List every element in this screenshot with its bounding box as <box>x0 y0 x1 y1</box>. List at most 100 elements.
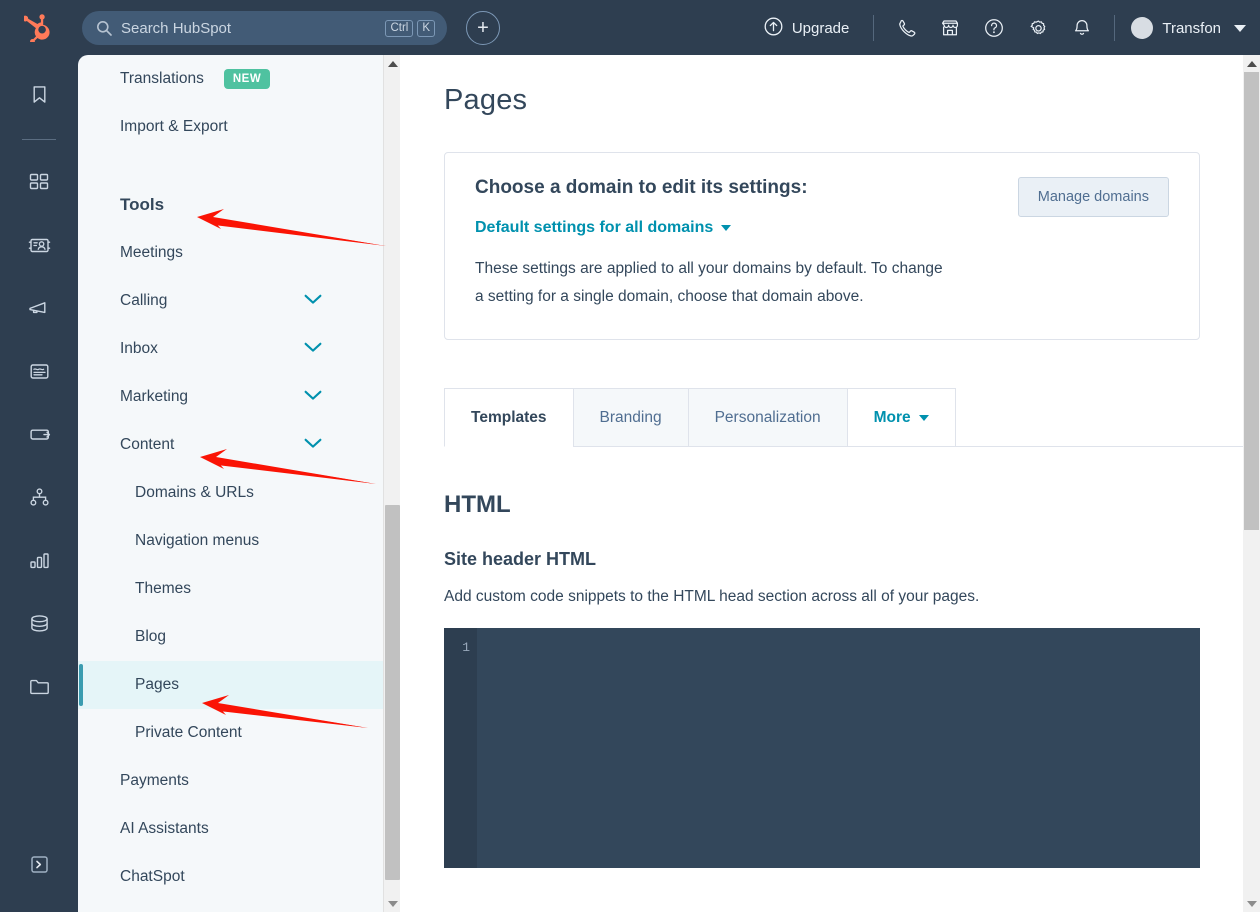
settings-menu-item-pages[interactable]: Pages <box>78 661 400 709</box>
settings-tabs: Templates Branding Personalization More <box>444 388 1243 447</box>
settings-menu-item-label: Content <box>120 436 175 453</box>
settings-menu-item-label: Import & Export <box>120 118 228 135</box>
settings-menu-item-label: Payments <box>120 772 189 789</box>
menu-spacer <box>78 151 400 181</box>
top-bar-right-group: Upgrade Transfon <box>750 0 1246 56</box>
avatar <box>1131 17 1154 39</box>
scroll-down-arrow[interactable] <box>384 895 400 912</box>
site-header-html-subheading: Site header HTML <box>444 549 597 569</box>
marketplace-icon[interactable] <box>928 0 972 56</box>
scroll-down-arrow[interactable] <box>1243 895 1260 912</box>
domain-select-value: Default settings for all domains <box>475 219 714 236</box>
settings-menu-item-label: Calling <box>120 292 168 309</box>
tab-personalization[interactable]: Personalization <box>687 388 847 447</box>
tab-more[interactable]: More <box>846 388 956 447</box>
settings-menu-item-label: AI Assistants <box>120 820 209 837</box>
settings-menu-item-private-content[interactable]: Private Content <box>78 709 400 757</box>
upgrade-button[interactable]: Upgrade <box>750 17 864 40</box>
settings-menu-item-label: ChatSpot <box>120 868 185 885</box>
settings-menu-item-label: Themes <box>135 580 191 597</box>
settings-menu-item-chatspot[interactable]: ChatSpot <box>78 853 400 901</box>
editor-gutter: 1 <box>444 628 477 868</box>
chevron-down-icon[interactable] <box>304 340 322 358</box>
create-new-button[interactable]: + <box>466 11 500 45</box>
gear-icon[interactable] <box>1016 0 1060 56</box>
scroll-up-arrow[interactable] <box>384 55 400 72</box>
settings-menu-item-label: Domains & URLs <box>135 484 254 501</box>
divider <box>873 15 875 41</box>
automation-icon[interactable] <box>19 477 59 517</box>
settings-menu-item-inbox[interactable]: Inbox <box>78 325 400 373</box>
kbd-k: K <box>417 19 435 37</box>
divider <box>1114 15 1116 41</box>
settings-menu-item-label: Navigation menus <box>135 532 260 549</box>
bookmark-icon[interactable] <box>19 74 59 114</box>
content-icon[interactable] <box>19 351 59 391</box>
settings-menu-item-calling[interactable]: Calling <box>78 277 400 325</box>
settings-menu-item-navigation-menus[interactable]: Navigation menus <box>78 517 400 565</box>
account-menu[interactable]: Transfon <box>1125 17 1246 39</box>
page-title: Pages <box>444 84 528 116</box>
tab-label: More <box>873 408 911 426</box>
tab-templates[interactable]: Templates <box>444 388 573 447</box>
hubspot-sprocket-logo[interactable] <box>20 14 54 42</box>
settings-menu-item-ai-assistants[interactable]: AI Assistants <box>78 805 400 853</box>
new-badge: NEW <box>223 69 271 89</box>
active-indicator-bar <box>79 664 83 706</box>
settings-menu-heading-tools: Tools <box>120 195 165 214</box>
bell-icon[interactable] <box>1060 0 1104 56</box>
chevron-down-icon[interactable] <box>304 292 322 310</box>
page-scrollbar[interactable] <box>1243 55 1260 912</box>
commerce-wallet-icon[interactable] <box>19 414 59 454</box>
site-header-html-description: Add custom code snippets to the HTML hea… <box>444 588 980 605</box>
global-search-box[interactable]: Search HubSpot Ctrl K <box>82 11 447 45</box>
reporting-bar-icon[interactable] <box>19 540 59 580</box>
settings-menu-item-meetings[interactable]: Meetings <box>78 229 400 277</box>
settings-menu-item-label: Meetings <box>120 244 183 261</box>
dashboard-grid-icon[interactable] <box>19 162 59 202</box>
top-navigation-bar: Search HubSpot Ctrl K + Upgrade Transfon <box>0 0 1260 56</box>
manage-domains-button[interactable]: Manage domains <box>1017 177 1169 217</box>
site-header-html-code-editor[interactable]: 1 <box>444 628 1200 868</box>
account-name: Transfon <box>1162 19 1221 37</box>
marketing-megaphone-icon[interactable] <box>19 288 59 328</box>
html-section-heading: HTML <box>444 491 511 518</box>
settings-menu-item-themes[interactable]: Themes <box>78 565 400 613</box>
settings-menu-item-label: Translations <box>120 70 204 87</box>
scrollbar-thumb[interactable] <box>385 505 400 880</box>
scrollbar-thumb[interactable] <box>1244 72 1259 530</box>
primary-icon-rail <box>0 56 78 912</box>
hubspot-settings-screen: Search HubSpot Ctrl K + Upgrade Transfon… <box>0 0 1260 912</box>
settings-menu-item-label: Marketing <box>120 388 189 405</box>
settings-menu-item-translations[interactable]: Translations NEW <box>78 55 400 103</box>
chevron-down-icon[interactable] <box>304 388 322 406</box>
chevron-down-icon[interactable] <box>304 436 322 454</box>
settings-menu-item-label: Inbox <box>120 340 158 357</box>
triangle-down-icon <box>1246 900 1257 907</box>
help-icon[interactable] <box>972 0 1016 56</box>
phone-icon[interactable] <box>884 0 928 56</box>
settings-menu-scrollbar[interactable] <box>383 55 400 912</box>
settings-menu-item-marketing[interactable]: Marketing <box>78 373 400 421</box>
settings-menu-item-domains-urls[interactable]: Domains & URLs <box>78 469 400 517</box>
settings-menu-item-blog[interactable]: Blog <box>78 613 400 661</box>
chevron-down-icon <box>1234 24 1246 32</box>
search-input-placeholder[interactable]: Search HubSpot <box>121 20 381 37</box>
tab-branding[interactable]: Branding <box>572 388 688 447</box>
upgrade-label: Upgrade <box>791 19 850 37</box>
rail-divider <box>22 139 56 140</box>
scroll-up-arrow[interactable] <box>1243 55 1260 72</box>
library-folder-icon[interactable] <box>19 666 59 706</box>
settings-menu-item-import-export[interactable]: Import & Export <box>78 103 400 151</box>
contacts-icon[interactable] <box>19 225 59 265</box>
developer-console-icon[interactable] <box>19 844 59 884</box>
settings-menu-item-content[interactable]: Content <box>78 421 400 469</box>
tab-label: Personalization <box>714 408 821 426</box>
editor-line-number: 1 <box>462 640 470 655</box>
domain-select-dropdown[interactable]: Default settings for all domains <box>475 219 732 237</box>
data-management-icon[interactable] <box>19 603 59 643</box>
settings-menu-item-payments[interactable]: Payments <box>78 757 400 805</box>
chevron-down-icon <box>918 414 929 421</box>
main-content-area: Pages Choose a domain to edit its settin… <box>400 55 1243 912</box>
settings-menu-item-label: Blog <box>135 628 167 645</box>
